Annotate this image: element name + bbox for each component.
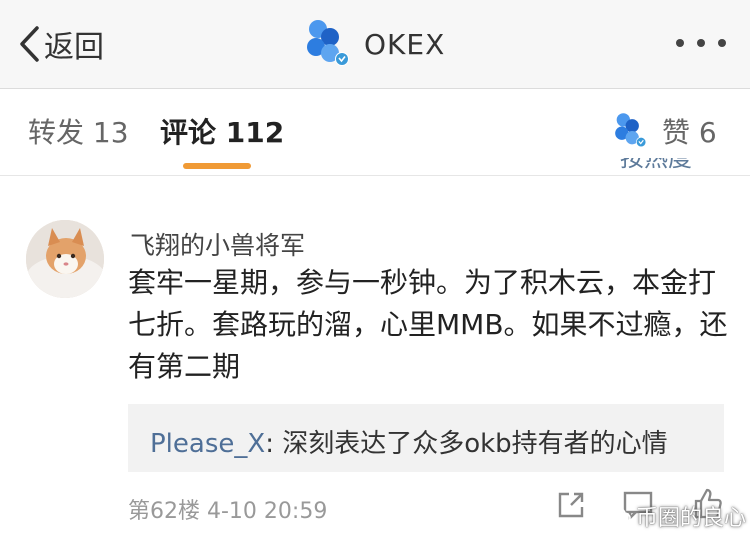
cat-avatar-image [26,220,104,298]
tab-repost[interactable]: 转发 13 [28,111,129,151]
reply-preview[interactable]: Please_X: 深刻表达了众多okb持有者的心情 [150,423,668,460]
okex-logo-icon [615,113,647,148]
sort-button[interactable]: 按热度 [620,158,692,178]
watermark: 币圈的良心 [610,500,746,532]
comment-username[interactable]: 飞翔的小兽将军 [130,226,305,262]
page-title: OKEX [364,27,446,61]
comment-time: 4-10 20:59 [207,499,328,524]
comment-body: 套牢一星期，参与一秒钟。为了积木云，本金打七折。套路玩的溜，心里MMB。如果不过… [128,266,728,383]
reply-text: : 深刻表达了众多okb持有者的心情 [265,429,668,459]
active-tab-indicator [183,163,251,169]
reply-username[interactable]: Please_X [150,429,265,459]
more-dots-icon[interactable] [676,30,726,56]
chevron-left-icon [20,26,39,62]
share-icon[interactable] [556,490,586,524]
back-label: 返回 [44,30,104,65]
more-dot [718,39,726,47]
watermark-text: 币圈的良心 [636,506,747,531]
more-dot [697,39,705,47]
wechat-icon [610,507,631,524]
tab-comments[interactable]: 评论 112 [160,111,284,151]
okex-logo-icon [307,20,349,66]
comment-meta: 第62楼 4-10 20:59 [128,493,327,525]
likes-label: 赞 6 [662,116,717,149]
account-header[interactable]: OKEX [300,20,445,68]
back-button[interactable]: 返回 [18,22,104,66]
tab-likes[interactable]: 赞 6 [610,109,717,153]
avatar[interactable] [26,220,104,298]
nav-bar: 返回 OKEX [0,0,750,89]
more-dot [676,39,684,47]
floor-number: 第62楼 [128,499,200,524]
